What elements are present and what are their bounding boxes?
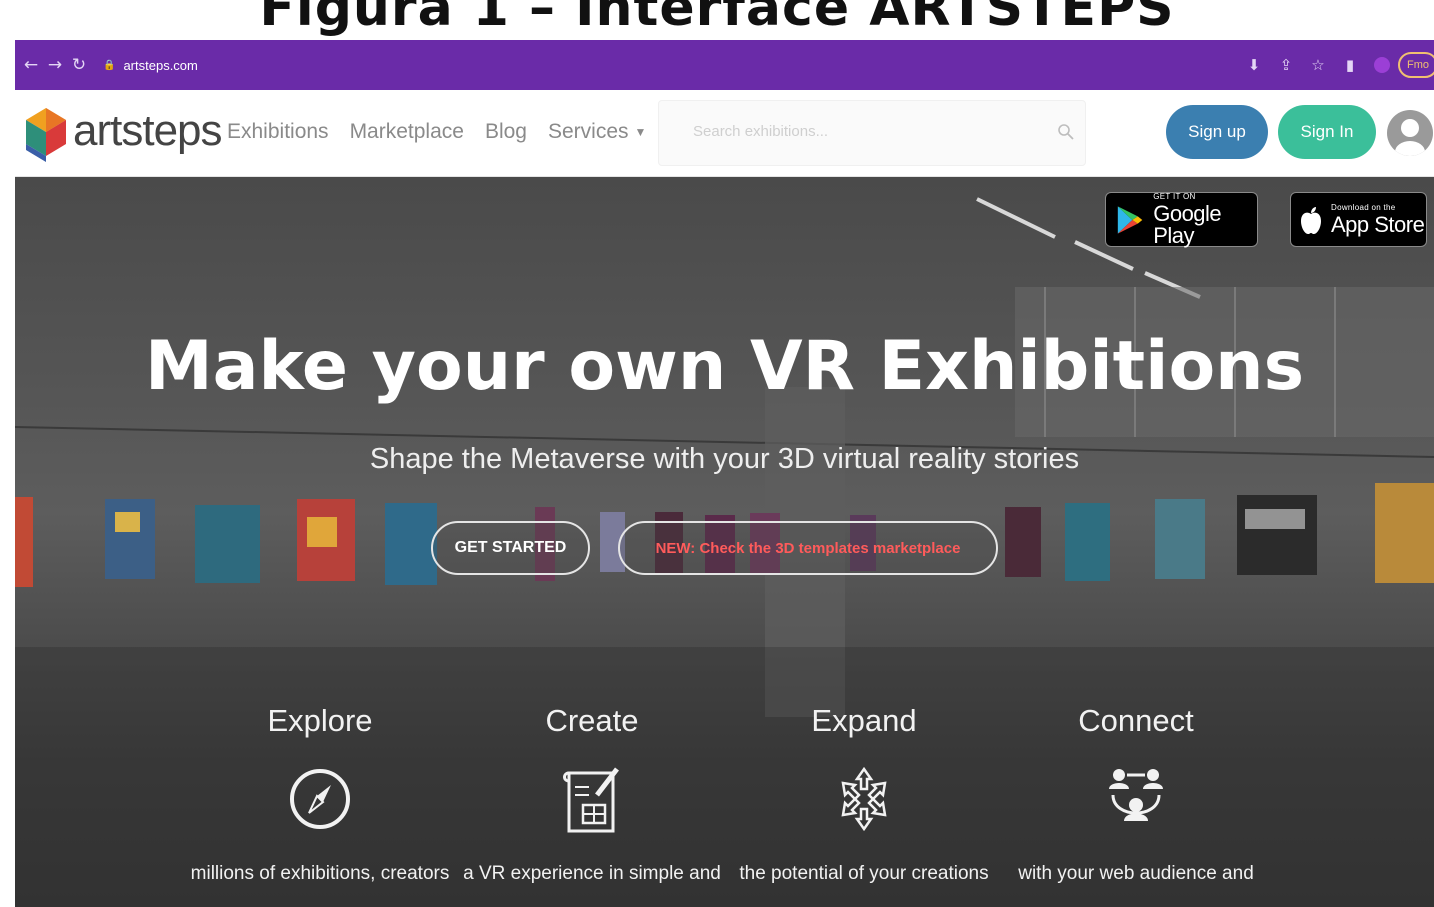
signup-button[interactable]: Sign up (1166, 105, 1268, 159)
feature-expand: Expand the potential of your creations (729, 703, 999, 885)
google-badge-big-text: Google Play (1153, 200, 1222, 248)
apple-icon (1301, 206, 1321, 234)
feature-title: Explore (267, 703, 373, 738)
feature-create: Create a VR experience in simple and (457, 703, 727, 885)
lock-icon: 🔒 (103, 59, 116, 71)
templates-marketplace-button[interactable]: NEW: Check the 3D templates marketplace (618, 521, 998, 575)
feature-connect: Connect with your web audience and (1001, 703, 1271, 885)
apple-badge-big-text: App Store (1331, 211, 1425, 237)
signin-button[interactable]: Sign In (1278, 105, 1376, 159)
search-icon[interactable] (1057, 123, 1075, 141)
extension-icon[interactable] (1374, 57, 1390, 73)
people-network-icon (1109, 769, 1163, 821)
site-header: artsteps Exhibitions Marketplace Blog Se… (15, 90, 1434, 177)
blueprint-pencil-icon (563, 767, 619, 833)
app-store-badge[interactable]: Download on the App Store (1290, 192, 1427, 247)
back-arrow-icon[interactable]: ← (19, 55, 43, 75)
logo-wordmark[interactable]: artsteps (73, 106, 223, 156)
compass-icon (290, 769, 350, 829)
feature-text: with your web audience and (1018, 863, 1254, 884)
avatar-icon[interactable] (1387, 110, 1433, 156)
feature-explore: Explore millions of exhibitions, creator… (185, 703, 455, 885)
search-box (658, 100, 1086, 166)
main-nav: Exhibitions Marketplace Blog Services ▼ (227, 120, 667, 144)
share-icon[interactable]: ⇪ (1270, 56, 1302, 74)
browser-toolbar: ← → ↻ 🔒 artsteps.com ⬇ ⇪ ☆ ▮ Fmo (15, 40, 1434, 90)
expand-arrows-icon (841, 766, 887, 832)
artsteps-logo-icon[interactable] (21, 100, 71, 164)
feature-text: a VR experience in simple and (463, 863, 721, 884)
google-badge-small-text: GET IT ON (1153, 191, 1196, 201)
sidepanel-icon[interactable]: ▮ (1334, 56, 1366, 74)
hero-subtitle: Shape the Metaverse with your 3D virtual… (369, 443, 1080, 475)
get-started-button[interactable]: GET STARTED (431, 521, 590, 575)
feature-title: Create (545, 703, 639, 738)
bookmark-star-icon[interactable]: ☆ (1302, 56, 1334, 74)
hero-section: GET IT ON Google Play Download on the Ap… (15, 177, 1434, 907)
nav-services-label: Services (547, 120, 629, 143)
feature-title: Connect (1078, 703, 1194, 738)
forward-arrow-icon[interactable]: → (43, 55, 67, 75)
apple-badge-small-text: Download on the (1331, 202, 1396, 212)
install-app-icon[interactable]: ⬇ (1238, 56, 1270, 74)
figure-caption: Figura 1 – Interface ARTSTEPS (259, 0, 1175, 38)
url-text: artsteps.com (123, 57, 198, 73)
google-play-badge[interactable]: GET IT ON Google Play (1105, 192, 1258, 247)
nav-marketplace[interactable]: Marketplace (350, 120, 464, 144)
search-input[interactable] (693, 123, 1023, 140)
google-play-icon (1117, 205, 1143, 234)
feature-text: the potential of your creations (739, 863, 989, 884)
feature-text: millions of exhibitions, creators (190, 863, 450, 884)
nav-services[interactable]: Services ▼ (548, 120, 646, 144)
caret-down-icon: ▼ (634, 125, 647, 139)
reload-icon[interactable]: ↻ (67, 55, 91, 75)
profile-button[interactable]: Fmo (1398, 52, 1434, 78)
feature-title: Expand (811, 703, 917, 738)
hero-title: Make your own VR Exhibitions (144, 327, 1305, 406)
nav-blog[interactable]: Blog (485, 120, 527, 144)
nav-exhibitions[interactable]: Exhibitions (227, 120, 329, 144)
address-bar[interactable]: 🔒 artsteps.com (103, 58, 198, 73)
